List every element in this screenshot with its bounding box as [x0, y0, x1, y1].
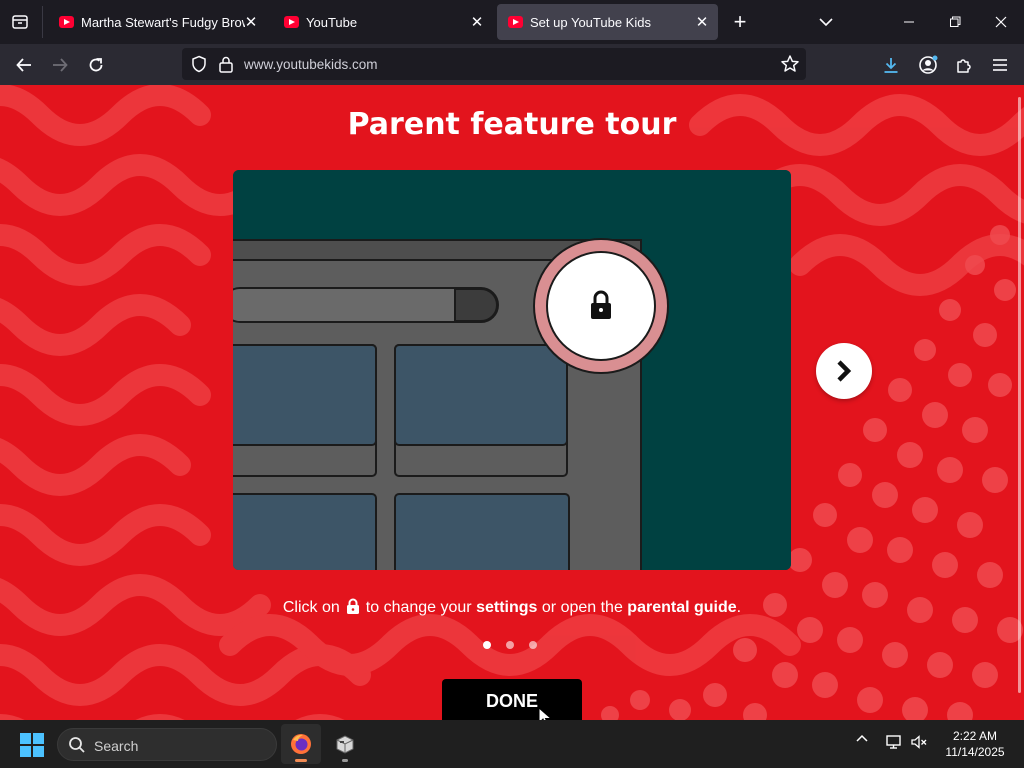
tab-title: YouTube: [306, 15, 358, 30]
windows-start-icon[interactable]: [20, 733, 44, 757]
account-icon[interactable]: [913, 50, 943, 80]
close-tab-icon[interactable]: ✕: [468, 13, 486, 31]
volume-muted-icon[interactable]: [908, 734, 930, 750]
tab-title: Martha Stewart's Fudgy Brownie: [81, 15, 245, 30]
system-clock[interactable]: 2:22 AM 11/14/2025: [938, 728, 1012, 760]
minimize-button[interactable]: [886, 0, 932, 44]
tab-separator: [42, 6, 43, 38]
tab-martha-stewart[interactable]: Martha Stewart's Fudgy Brownie ✕: [48, 4, 266, 40]
menu-hamburger-icon[interactable]: [985, 50, 1015, 80]
pager-dot[interactable]: [506, 641, 514, 649]
search-placeholder: Search: [94, 738, 139, 754]
taskbar-search-box[interactable]: Search: [57, 728, 277, 761]
pager-dot[interactable]: [529, 641, 537, 649]
tour-caption: Click on to change your settings or open …: [0, 598, 1024, 620]
bookmark-star-icon[interactable]: [780, 54, 800, 79]
clock-date: 11/14/2025: [945, 745, 1005, 759]
next-slide-button[interactable]: [816, 343, 872, 399]
close-window-button[interactable]: [978, 0, 1024, 44]
package-icon: [336, 735, 354, 754]
running-indicator: [295, 759, 307, 762]
feature-tour-illustration: [233, 170, 791, 570]
address-bar[interactable]: www.youtubekids.com: [182, 48, 806, 80]
page-title: Parent feature tour: [347, 107, 677, 142]
youtube-kids-setup-page: Parent feature tour Click on to change y…: [0, 85, 1024, 720]
youtube-favicon-icon: [284, 16, 299, 28]
tab-title: Set up YouTube Kids: [530, 15, 651, 30]
network-icon[interactable]: [883, 734, 905, 750]
parental-guide-link[interactable]: parental guide: [627, 599, 736, 616]
pager-dot[interactable]: [483, 641, 491, 649]
forward-button[interactable]: [45, 50, 75, 80]
url-text[interactable]: www.youtubekids.com: [244, 57, 378, 72]
downloads-icon[interactable]: [876, 50, 906, 80]
youtube-kids-favicon-icon: [508, 16, 523, 28]
windows-taskbar: Search 2:22 AM 11/14/2025: [0, 720, 1024, 768]
caption-text: Click on: [282, 599, 340, 616]
padlock-icon[interactable]: [218, 55, 234, 78]
firefox-icon: [291, 734, 311, 754]
page-scrollbar[interactable]: [1018, 97, 1021, 693]
done-button[interactable]: DONE: [442, 679, 582, 720]
mouse-cursor-icon: [538, 707, 552, 720]
search-icon: [68, 736, 86, 759]
restore-button[interactable]: [932, 0, 978, 44]
caption-text: or open the: [541, 599, 623, 616]
clock-time: 2:22 AM: [952, 729, 998, 743]
list-all-tabs-chevron-icon[interactable]: [814, 10, 838, 34]
firefox-view-icon[interactable]: [6, 8, 34, 36]
settings-link[interactable]: settings: [476, 599, 537, 616]
tab-youtube-kids[interactable]: Set up YouTube Kids ✕: [497, 4, 718, 40]
tracking-protection-shield-icon[interactable]: [190, 55, 208, 78]
youtube-favicon-icon: [59, 16, 74, 28]
close-tab-icon[interactable]: ✕: [242, 13, 260, 31]
close-tab-icon[interactable]: ✕: [693, 13, 711, 31]
extensions-puzzle-icon[interactable]: [949, 50, 979, 80]
taskbar-firefox[interactable]: [281, 724, 321, 764]
caption-text: .: [736, 599, 742, 616]
slide-pager: [483, 641, 537, 651]
lock-icon: [346, 598, 360, 620]
tab-youtube[interactable]: YouTube ✕: [273, 4, 491, 40]
reload-button[interactable]: [81, 50, 111, 80]
navigation-toolbar: www.youtubekids.com: [0, 44, 1024, 85]
tab-strip: Martha Stewart's Fudgy Brownie ✕ YouTube…: [0, 0, 1024, 44]
taskbar-app-package[interactable]: [325, 724, 365, 764]
running-indicator: [342, 759, 348, 762]
caption-text: to change your: [365, 599, 472, 616]
show-hidden-icons-chevron-icon[interactable]: [852, 734, 872, 742]
back-button[interactable]: [9, 50, 39, 80]
chevron-right-icon: [837, 360, 852, 382]
new-tab-button[interactable]: +: [728, 10, 752, 34]
